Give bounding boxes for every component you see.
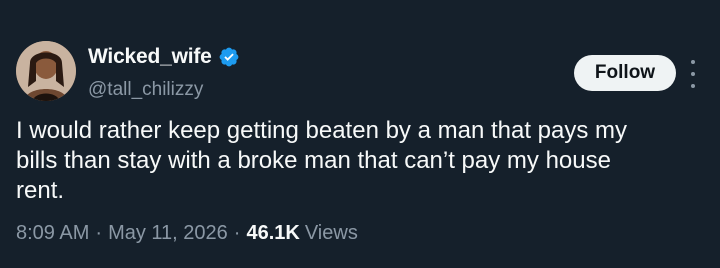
avatar[interactable]: [16, 41, 76, 101]
more-options-icon[interactable]: [687, 60, 699, 88]
tweet-time[interactable]: 8:09 AM: [16, 222, 89, 245]
follow-button[interactable]: Follow: [574, 55, 676, 91]
meta-separator: ·: [233, 222, 241, 244]
verified-badge-icon[interactable]: [218, 46, 240, 68]
tweet-card: Wicked_wife @tall_chilizzy Follow I woul…: [0, 0, 720, 268]
avatar-image: [16, 41, 76, 101]
author-name-row: Wicked_wife: [88, 44, 240, 70]
tweet-text: I would rather keep getting beaten by a …: [16, 117, 628, 204]
tweet-meta: 8:09 AM · May 11, 2026 · 46.1K Views: [16, 222, 358, 245]
author-handle[interactable]: @tall_chilizzy: [88, 79, 203, 101]
author-display-name[interactable]: Wicked_wife: [88, 45, 212, 69]
views-count[interactable]: 46.1K: [246, 222, 299, 245]
meta-separator: ·: [95, 222, 103, 244]
views-label: Views: [304, 222, 358, 244]
tweet-date[interactable]: May 11, 2026: [108, 222, 228, 245]
